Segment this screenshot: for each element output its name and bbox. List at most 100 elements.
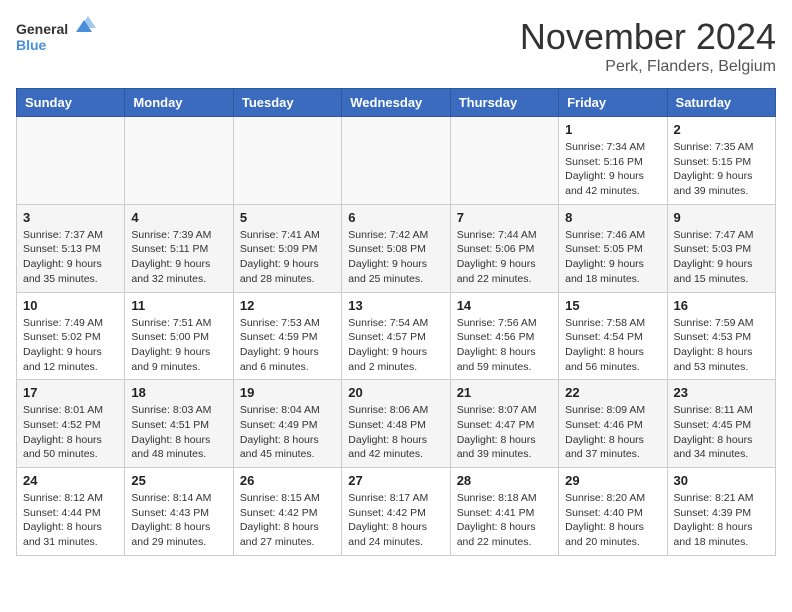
calendar-week-3: 10 Sunrise: 7:49 AM Sunset: 5:02 PM Dayli… (17, 292, 776, 380)
day-number: 4 (131, 210, 226, 225)
calendar-cell: 9 Sunrise: 7:47 AM Sunset: 5:03 PM Daylig… (667, 204, 775, 292)
day-info: Sunrise: 8:12 AM Sunset: 4:44 PM Dayligh… (23, 491, 118, 550)
calendar-cell (17, 117, 125, 205)
day-info: Sunrise: 7:56 AM Sunset: 4:56 PM Dayligh… (457, 316, 552, 375)
day-info: Sunrise: 8:03 AM Sunset: 4:51 PM Dayligh… (131, 403, 226, 462)
day-number: 3 (23, 210, 118, 225)
day-number: 2 (674, 122, 769, 137)
calendar-cell: 13 Sunrise: 7:54 AM Sunset: 4:57 PM Dayli… (342, 292, 450, 380)
day-info: Sunrise: 8:06 AM Sunset: 4:48 PM Dayligh… (348, 403, 443, 462)
day-number: 21 (457, 385, 552, 400)
calendar-body: 1 Sunrise: 7:34 AM Sunset: 5:16 PM Daylig… (17, 117, 776, 556)
calendar-cell: 29 Sunrise: 8:20 AM Sunset: 4:40 PM Dayli… (559, 468, 667, 556)
calendar-cell: 24 Sunrise: 8:12 AM Sunset: 4:44 PM Dayli… (17, 468, 125, 556)
day-info: Sunrise: 7:59 AM Sunset: 4:53 PM Dayligh… (674, 316, 769, 375)
calendar-cell: 17 Sunrise: 8:01 AM Sunset: 4:52 PM Dayli… (17, 380, 125, 468)
calendar-cell: 6Sunrise: 7:42 AM Sunset: 5:08 PM Daylig… (342, 204, 450, 292)
header-wednesday: Wednesday (342, 89, 450, 117)
calendar-cell: 8Sunrise: 7:46 AM Sunset: 5:05 PM Daylig… (559, 204, 667, 292)
day-info: Sunrise: 7:46 AM Sunset: 5:05 PM Dayligh… (565, 228, 660, 287)
day-number: 15 (565, 298, 660, 313)
calendar-table: Sunday Monday Tuesday Wednesday Thursday… (16, 88, 776, 556)
day-number: 27 (348, 473, 443, 488)
day-number: 30 (674, 473, 769, 488)
svg-text:Blue: Blue (16, 37, 47, 53)
calendar-cell: 19Sunrise: 8:04 AM Sunset: 4:49 PM Dayli… (233, 380, 341, 468)
day-number: 24 (23, 473, 118, 488)
svg-text:General: General (16, 21, 68, 37)
calendar-cell: 11Sunrise: 7:51 AM Sunset: 5:00 PM Dayli… (125, 292, 233, 380)
header-friday: Friday (559, 89, 667, 117)
day-info: Sunrise: 8:20 AM Sunset: 4:40 PM Dayligh… (565, 491, 660, 550)
title-block: November 2024 Perk, Flanders, Belgium (520, 16, 776, 76)
day-number: 26 (240, 473, 335, 488)
page-header: General Blue November 2024 Perk, Flander… (16, 16, 776, 76)
day-info: Sunrise: 8:04 AM Sunset: 4:49 PM Dayligh… (240, 403, 335, 462)
day-number: 14 (457, 298, 552, 313)
day-info: Sunrise: 8:14 AM Sunset: 4:43 PM Dayligh… (131, 491, 226, 550)
day-info: Sunrise: 7:54 AM Sunset: 4:57 PM Dayligh… (348, 316, 443, 375)
calendar-cell: 4Sunrise: 7:39 AM Sunset: 5:11 PM Daylig… (125, 204, 233, 292)
calendar-cell (342, 117, 450, 205)
calendar-cell: 10 Sunrise: 7:49 AM Sunset: 5:02 PM Dayli… (17, 292, 125, 380)
calendar-cell: 23 Sunrise: 8:11 AM Sunset: 4:45 PM Dayli… (667, 380, 775, 468)
calendar-cell: 5 Sunrise: 7:41 AM Sunset: 5:09 PM Daylig… (233, 204, 341, 292)
day-number: 5 (240, 210, 335, 225)
calendar-cell: 3 Sunrise: 7:37 AM Sunset: 5:13 PM Daylig… (17, 204, 125, 292)
calendar-cell (125, 117, 233, 205)
day-number: 12 (240, 298, 335, 313)
header-thursday: Thursday (450, 89, 558, 117)
calendar-header: Sunday Monday Tuesday Wednesday Thursday… (17, 89, 776, 117)
header-saturday: Saturday (667, 89, 775, 117)
calendar-cell: 25Sunrise: 8:14 AM Sunset: 4:43 PM Dayli… (125, 468, 233, 556)
day-number: 13 (348, 298, 443, 313)
day-number: 23 (674, 385, 769, 400)
day-info: Sunrise: 8:18 AM Sunset: 4:41 PM Dayligh… (457, 491, 552, 550)
calendar-cell: 12Sunrise: 7:53 AM Sunset: 4:59 PM Dayli… (233, 292, 341, 380)
calendar-week-5: 24 Sunrise: 8:12 AM Sunset: 4:44 PM Dayli… (17, 468, 776, 556)
day-number: 28 (457, 473, 552, 488)
day-number: 16 (674, 298, 769, 313)
header-monday: Monday (125, 89, 233, 117)
day-info: Sunrise: 7:47 AM Sunset: 5:03 PM Dayligh… (674, 228, 769, 287)
calendar-week-4: 17 Sunrise: 8:01 AM Sunset: 4:52 PM Dayli… (17, 380, 776, 468)
calendar-cell: 30Sunrise: 8:21 AM Sunset: 4:39 PM Dayli… (667, 468, 775, 556)
header-row: Sunday Monday Tuesday Wednesday Thursday… (17, 89, 776, 117)
day-info: Sunrise: 8:01 AM Sunset: 4:52 PM Dayligh… (23, 403, 118, 462)
day-number: 1 (565, 122, 660, 137)
calendar-cell (450, 117, 558, 205)
calendar-cell: 28 Sunrise: 8:18 AM Sunset: 4:41 PM Dayli… (450, 468, 558, 556)
day-number: 20 (348, 385, 443, 400)
calendar-cell: 21Sunrise: 8:07 AM Sunset: 4:47 PM Dayli… (450, 380, 558, 468)
day-number: 17 (23, 385, 118, 400)
day-info: Sunrise: 8:15 AM Sunset: 4:42 PM Dayligh… (240, 491, 335, 550)
day-info: Sunrise: 7:51 AM Sunset: 5:00 PM Dayligh… (131, 316, 226, 375)
day-number: 29 (565, 473, 660, 488)
day-number: 18 (131, 385, 226, 400)
calendar-cell (233, 117, 341, 205)
calendar-cell: 18 Sunrise: 8:03 AM Sunset: 4:51 PM Dayli… (125, 380, 233, 468)
day-info: Sunrise: 7:44 AM Sunset: 5:06 PM Dayligh… (457, 228, 552, 287)
day-info: Sunrise: 7:35 AM Sunset: 5:15 PM Dayligh… (674, 140, 769, 199)
day-number: 10 (23, 298, 118, 313)
day-info: Sunrise: 7:34 AM Sunset: 5:16 PM Dayligh… (565, 140, 660, 199)
calendar-cell: 14 Sunrise: 7:56 AM Sunset: 4:56 PM Dayli… (450, 292, 558, 380)
day-info: Sunrise: 7:37 AM Sunset: 5:13 PM Dayligh… (23, 228, 118, 287)
logo-svg: General Blue (16, 16, 96, 60)
day-info: Sunrise: 8:11 AM Sunset: 4:45 PM Dayligh… (674, 403, 769, 462)
calendar-cell: 7Sunrise: 7:44 AM Sunset: 5:06 PM Daylig… (450, 204, 558, 292)
calendar-cell: 16 Sunrise: 7:59 AM Sunset: 4:53 PM Dayli… (667, 292, 775, 380)
calendar-cell: 22 Sunrise: 8:09 AM Sunset: 4:46 PM Dayli… (559, 380, 667, 468)
location: Perk, Flanders, Belgium (520, 58, 776, 76)
day-info: Sunrise: 8:09 AM Sunset: 4:46 PM Dayligh… (565, 403, 660, 462)
day-info: Sunrise: 7:58 AM Sunset: 4:54 PM Dayligh… (565, 316, 660, 375)
day-info: Sunrise: 7:49 AM Sunset: 5:02 PM Dayligh… (23, 316, 118, 375)
calendar-cell: 2 Sunrise: 7:35 AM Sunset: 5:15 PM Daylig… (667, 117, 775, 205)
month-title: November 2024 (520, 16, 776, 58)
day-info: Sunrise: 7:42 AM Sunset: 5:08 PM Dayligh… (348, 228, 443, 287)
day-number: 22 (565, 385, 660, 400)
day-info: Sunrise: 7:41 AM Sunset: 5:09 PM Dayligh… (240, 228, 335, 287)
day-number: 9 (674, 210, 769, 225)
calendar-cell: 27Sunrise: 8:17 AM Sunset: 4:42 PM Dayli… (342, 468, 450, 556)
header-tuesday: Tuesday (233, 89, 341, 117)
